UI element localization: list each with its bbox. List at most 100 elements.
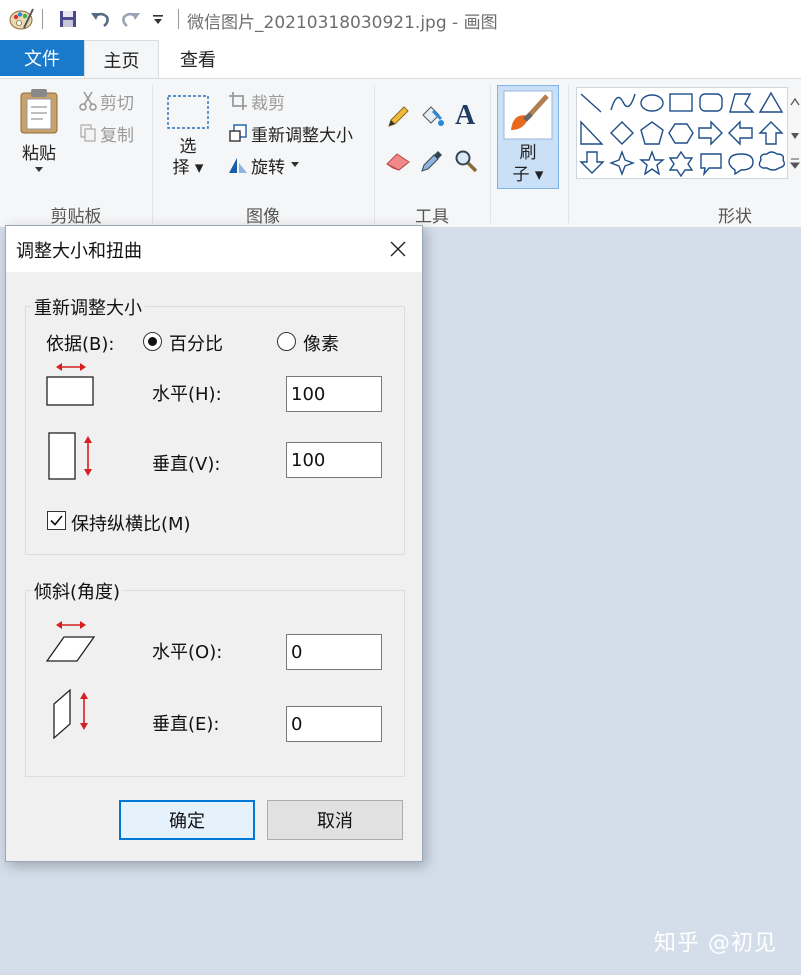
crop-label: 裁剪 xyxy=(251,93,285,114)
left-arrow-shape-icon xyxy=(728,120,753,146)
title-bar: 微信图片_20210318030921.jpg - 画图 xyxy=(0,0,801,40)
clipboard-icon xyxy=(17,87,61,135)
group-separator xyxy=(490,85,491,223)
resize-vertical-input[interactable] xyxy=(286,442,382,478)
svg-text:A: A xyxy=(455,100,476,128)
brush-icon xyxy=(503,90,553,140)
percent-radio[interactable] xyxy=(143,332,162,351)
close-icon[interactable] xyxy=(386,237,410,261)
resize-horizontal-label: 水平(H): xyxy=(152,384,222,405)
chevron-down-icon xyxy=(291,162,299,168)
triangle-shape-icon xyxy=(758,91,784,113)
five-point-star-shape-icon xyxy=(639,150,665,176)
tab-view[interactable]: 查看 xyxy=(162,40,234,78)
tab-file[interactable]: 文件 xyxy=(0,40,84,76)
resize-vertical-label: 垂直(V): xyxy=(152,454,221,475)
tools-group-label: 工具 xyxy=(415,207,449,227)
tab-home[interactable]: 主页 xyxy=(84,40,159,78)
copy-icon xyxy=(76,123,100,143)
pixels-label: 像素 xyxy=(303,334,339,355)
cloud-callout-shape-icon xyxy=(758,151,786,171)
paint-app-icon[interactable] xyxy=(6,6,36,32)
chevron-down-icon xyxy=(34,166,44,174)
text-icon[interactable]: A xyxy=(452,99,480,129)
save-icon[interactable] xyxy=(55,6,81,32)
dialog-title: 调整大小和扭曲 xyxy=(16,241,142,262)
vertical-skew-icon xyxy=(50,686,106,744)
crop-button[interactable]: 裁剪 xyxy=(225,89,285,114)
horizontal-skew-icon xyxy=(44,618,100,668)
cancel-button[interactable]: 取消 xyxy=(267,800,403,840)
pencil-icon[interactable] xyxy=(384,103,412,131)
brush-button[interactable]: 刷子 ▾ xyxy=(497,85,559,189)
rounded-rectangle-shape-icon xyxy=(699,93,723,112)
crop-icon xyxy=(225,91,251,111)
hexagon-shape-icon xyxy=(668,123,694,144)
separator xyxy=(42,9,43,29)
dialog-title-bar: 调整大小和扭曲 xyxy=(6,226,422,272)
customize-quick-access-icon[interactable] xyxy=(150,6,166,32)
horizontal-resize-icon xyxy=(44,360,100,410)
pentagon-shape-icon xyxy=(640,121,664,145)
scissors-icon xyxy=(76,91,100,111)
select-button[interactable]: 选择 ▾ xyxy=(163,93,213,193)
resize-skew-dialog: 调整大小和扭曲 重新调整大小 依据(B): 百分比 像素 水平(H): 垂直(V… xyxy=(5,225,423,862)
brush-label: 刷子 ▾ xyxy=(512,143,544,185)
resize-horizontal-input[interactable] xyxy=(286,376,382,412)
by-label: 依据(B): xyxy=(46,334,115,355)
ribbon-tabs: 文件 主页 查看 xyxy=(0,40,801,78)
cut-button[interactable]: 剪切 xyxy=(76,89,134,114)
color-picker-icon[interactable] xyxy=(417,147,447,175)
diamond-shape-icon xyxy=(610,121,634,145)
copy-button[interactable]: 复制 xyxy=(76,121,134,146)
select-label: 选择 ▾ xyxy=(172,137,204,178)
skew-vertical-input[interactable] xyxy=(286,706,382,742)
line-shape-icon xyxy=(580,93,602,113)
right-arrow-shape-icon xyxy=(698,120,723,146)
fill-bucket-icon[interactable] xyxy=(417,101,447,131)
copy-label: 复制 xyxy=(100,125,134,146)
eraser-icon[interactable] xyxy=(384,147,412,175)
rotate-icon xyxy=(225,155,251,175)
rotate-label: 旋转 xyxy=(251,157,285,178)
rotate-button[interactable]: 旋转 xyxy=(225,153,299,178)
ok-button[interactable]: 确定 xyxy=(119,800,255,840)
image-group-label: 图像 xyxy=(246,207,280,227)
oval-shape-icon xyxy=(640,94,664,112)
clipboard-group-label: 剪贴板 xyxy=(50,207,102,227)
skew-horizontal-input[interactable] xyxy=(286,634,382,670)
magnifier-icon[interactable] xyxy=(452,147,480,175)
skew-vertical-label: 垂直(E): xyxy=(152,714,220,735)
polygon-shape-icon xyxy=(729,93,755,113)
vertical-resize-icon xyxy=(46,430,102,484)
resize-icon xyxy=(225,123,251,143)
curve-shape-icon xyxy=(610,93,636,111)
right-triangle-shape-icon xyxy=(580,120,604,145)
paste-button[interactable]: 粘贴 xyxy=(10,87,68,193)
paste-label: 粘贴 xyxy=(22,144,56,164)
up-arrow-shape-icon xyxy=(758,121,784,145)
select-rect-icon xyxy=(165,93,211,131)
pixels-radio[interactable] xyxy=(277,332,296,351)
percent-label: 百分比 xyxy=(169,334,223,355)
oval-callout-shape-icon xyxy=(728,153,754,176)
keep-ratio-label: 保持纵横比(M) xyxy=(71,514,191,535)
separator xyxy=(178,9,179,29)
undo-icon[interactable] xyxy=(87,6,113,32)
rounded-callout-shape-icon xyxy=(700,153,722,177)
shapes-gallery xyxy=(576,87,788,179)
six-point-star-shape-icon xyxy=(668,150,694,178)
four-point-star-shape-icon xyxy=(609,150,635,176)
skew-legend: 倾斜(角度) xyxy=(31,578,124,604)
window-title: 微信图片_20210318030921.jpg - 画图 xyxy=(187,13,498,33)
cut-label: 剪切 xyxy=(100,93,134,114)
resize-button[interactable]: 重新调整大小 xyxy=(225,121,353,146)
rectangle-shape-icon xyxy=(669,93,693,112)
resize-label: 重新调整大小 xyxy=(251,125,353,146)
shapes-group-label: 形状 xyxy=(718,207,752,227)
resize-legend: 重新调整大小 xyxy=(31,294,145,320)
redo-icon[interactable] xyxy=(118,6,144,32)
shapes-scroll[interactable] xyxy=(789,89,801,177)
keep-ratio-checkbox[interactable] xyxy=(47,511,66,530)
down-arrow-shape-icon xyxy=(579,151,605,174)
